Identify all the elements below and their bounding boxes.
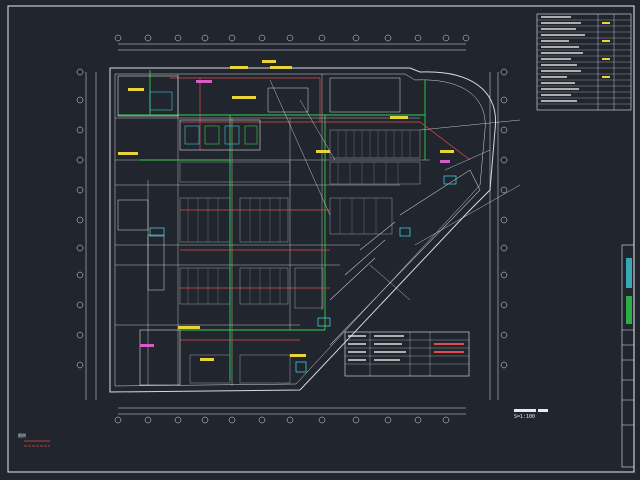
- sheet-border: [7, 5, 635, 473]
- yellow-tags: [118, 60, 454, 361]
- green-pipe-runs: [118, 70, 426, 380]
- title-strip: [621, 244, 635, 468]
- parking-stall-hatching: [187, 130, 411, 304]
- structural-walls: [115, 74, 430, 386]
- scale-label: S=1:100: [514, 414, 536, 420]
- scale-bar: [514, 409, 548, 412]
- cad-drawing-canvas[interactable]: [0, 0, 640, 480]
- leader-lines: [269, 79, 521, 301]
- legend-title: 图例: [18, 433, 26, 438]
- legend-lines: [24, 440, 50, 447]
- equipment-schedule: [344, 331, 470, 377]
- ramp-wing: [329, 169, 481, 346]
- notes-table: [536, 13, 632, 111]
- parking-stalls: [179, 129, 421, 384]
